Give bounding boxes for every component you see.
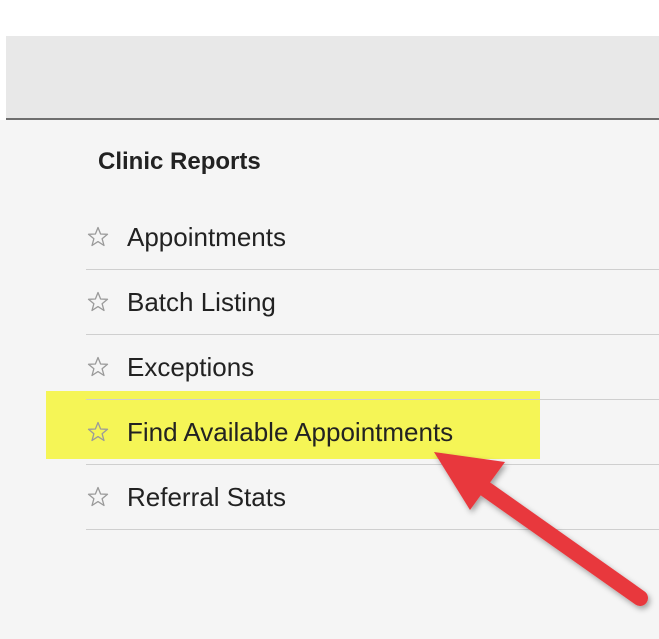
report-list: Appointments Batch Listing Exceptions Fi…: [86, 205, 659, 530]
page: Clinic Reports Appointments Batch Listin…: [0, 0, 659, 639]
top-toolbar: [6, 36, 659, 120]
report-item-batch-listing[interactable]: Batch Listing: [86, 270, 659, 335]
report-item-label[interactable]: Referral Stats: [127, 482, 286, 513]
report-item-label[interactable]: Find Available Appointments: [127, 417, 453, 448]
report-item-exceptions[interactable]: Exceptions: [86, 335, 659, 400]
report-item-referral-stats[interactable]: Referral Stats: [86, 465, 659, 530]
star-outline-icon[interactable]: [86, 485, 110, 509]
report-item-appointments[interactable]: Appointments: [86, 205, 659, 270]
section-title: Clinic Reports: [98, 148, 261, 175]
report-item-find-available-appointments[interactable]: Find Available Appointments: [86, 400, 659, 465]
report-item-label[interactable]: Batch Listing: [127, 287, 276, 318]
report-item-label[interactable]: Exceptions: [127, 352, 254, 383]
report-item-label[interactable]: Appointments: [127, 222, 286, 253]
star-outline-icon[interactable]: [86, 225, 110, 249]
star-outline-icon[interactable]: [86, 355, 110, 379]
star-outline-icon[interactable]: [86, 290, 110, 314]
star-outline-icon[interactable]: [86, 420, 110, 444]
